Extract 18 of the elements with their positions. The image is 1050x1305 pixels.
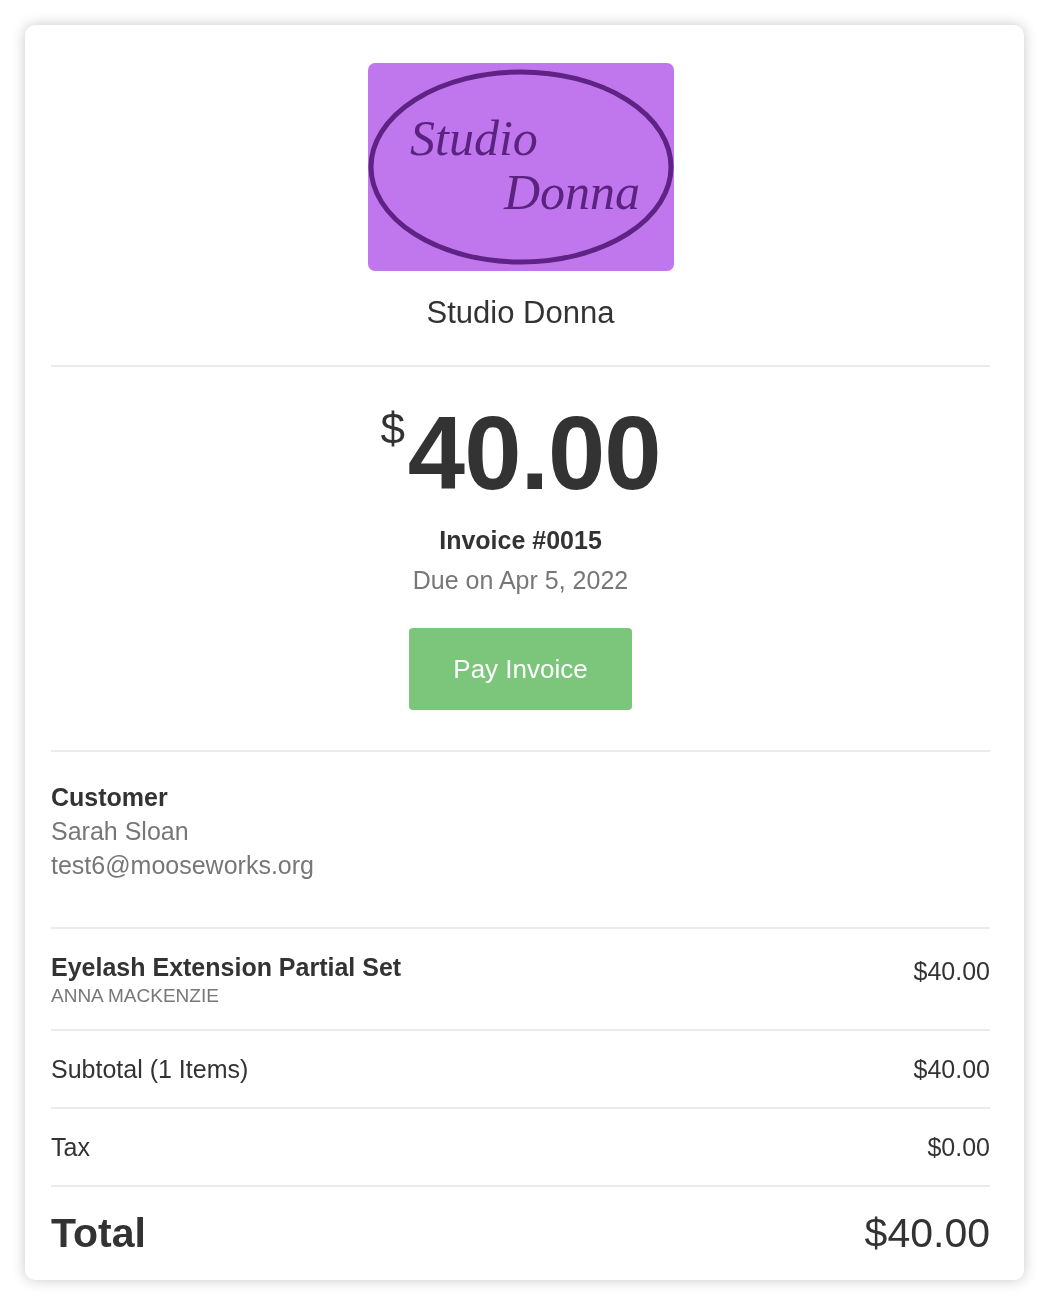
total-amount: $40.00 xyxy=(864,1210,990,1257)
customer-name: Sarah Sloan xyxy=(51,816,189,847)
invoice-amount: $^{$}$40.00 xyxy=(380,397,661,511)
subtotal-amount: $40.00 xyxy=(913,1054,990,1084)
tax-amount: $0.00 xyxy=(927,1132,990,1162)
invoice-number: Invoice #0015 xyxy=(439,525,602,556)
subtotal-label: Subtotal (1 Items) xyxy=(51,1054,249,1084)
pay-invoice-button[interactable]: Pay Invoice xyxy=(409,628,632,710)
item-price: $40.00 xyxy=(913,956,990,987)
customer-email: test6@mooseworks.org xyxy=(51,850,314,881)
business-name: Studio Donna xyxy=(426,295,615,331)
tax-label: Tax xyxy=(51,1132,90,1162)
item-name: Eyelash Extension Partial Set xyxy=(51,952,402,983)
total-label: Total xyxy=(51,1210,146,1257)
due-date: Due on Apr 5, 2022 xyxy=(412,565,629,596)
customer-heading: Customer xyxy=(51,782,168,813)
logo-text: Studio Donna xyxy=(409,110,640,220)
staff-name: ANNA MACKENZIE xyxy=(51,984,220,1008)
